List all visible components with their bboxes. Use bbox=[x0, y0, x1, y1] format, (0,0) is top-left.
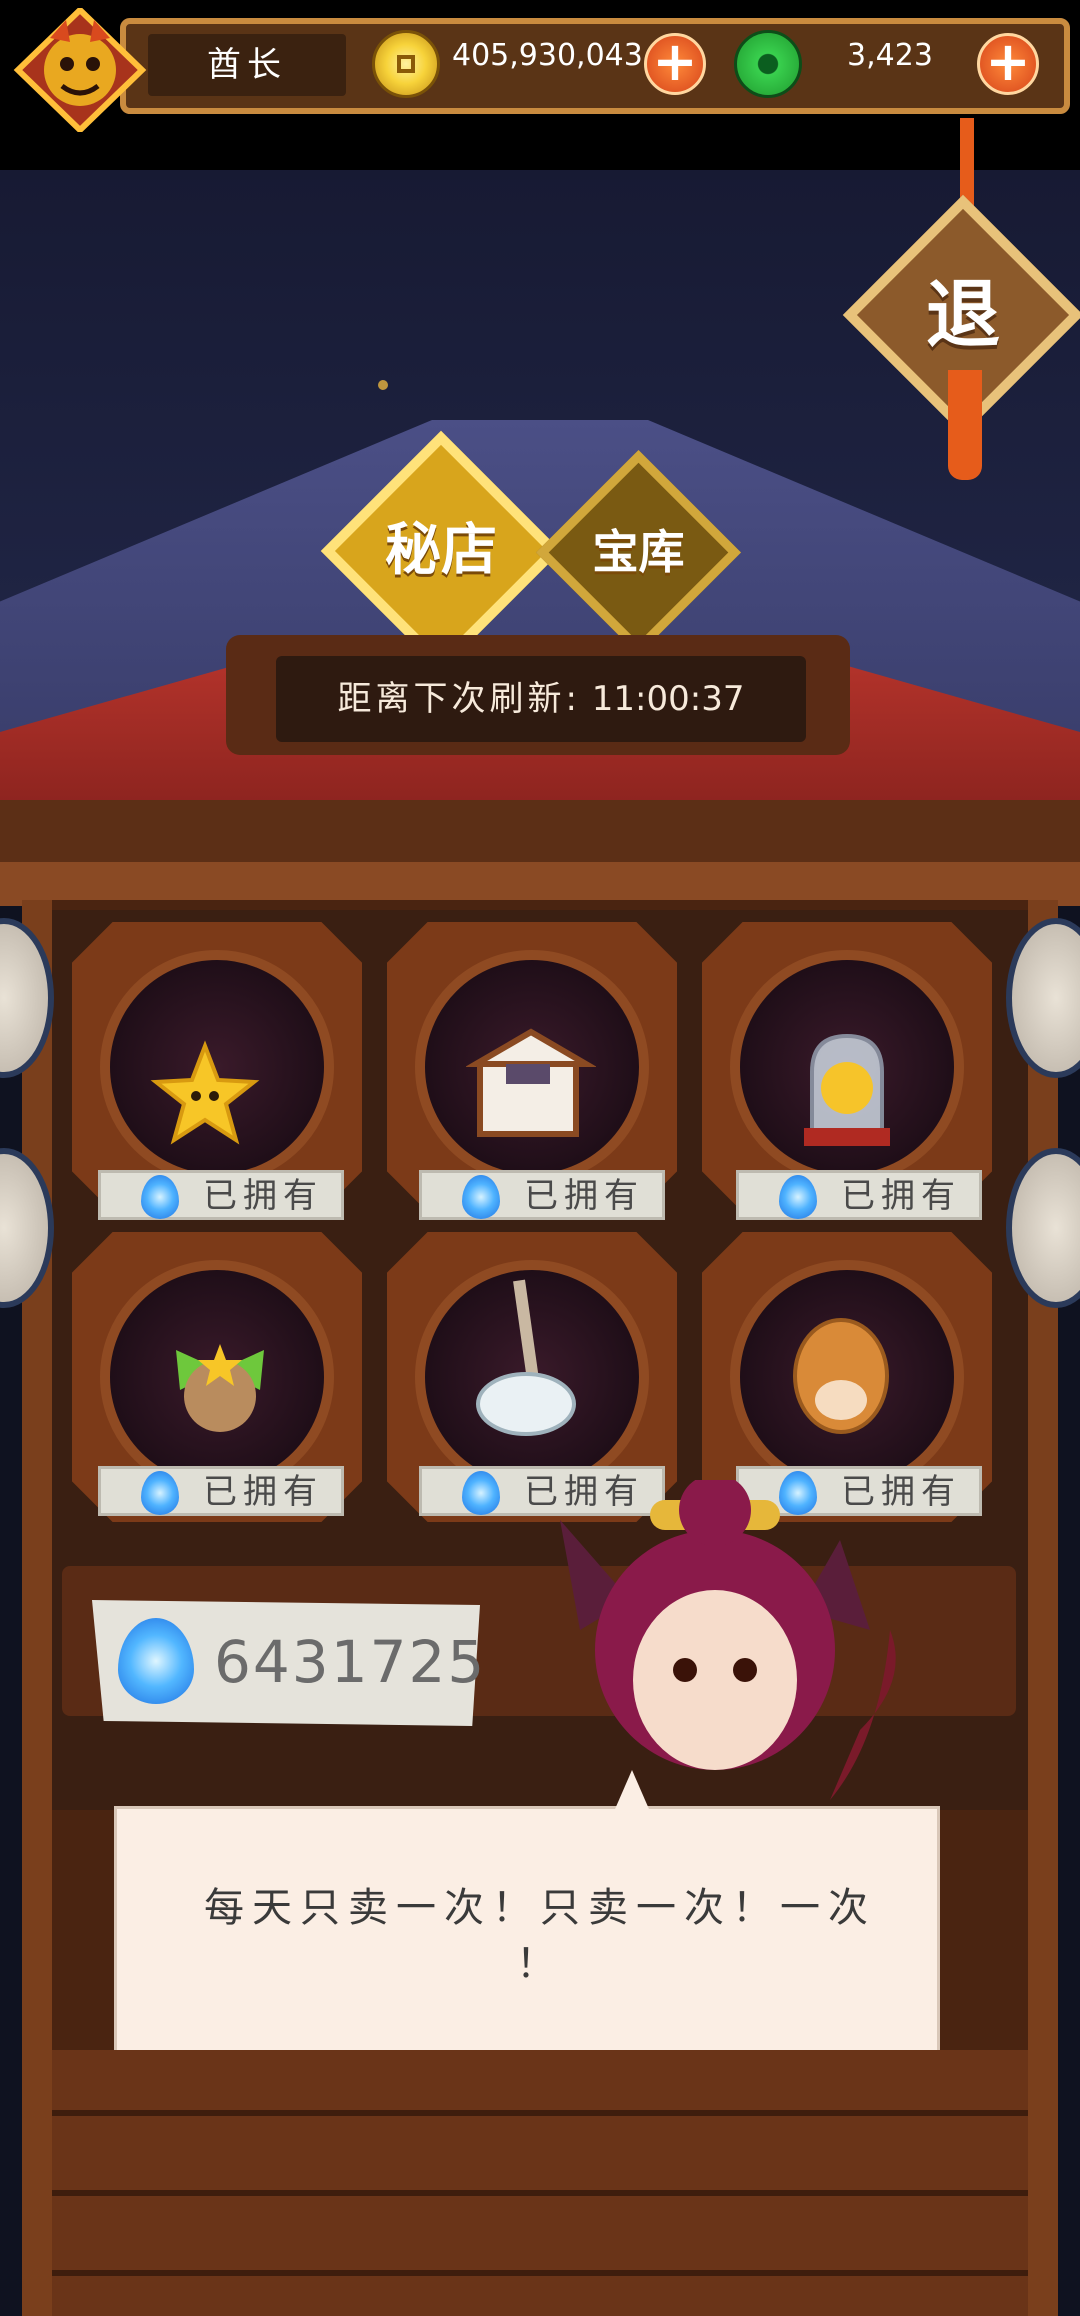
jade-icon bbox=[734, 30, 802, 98]
owned-label: 已拥有 bbox=[203, 1472, 323, 1512]
owned-badge: 已拥有 bbox=[98, 1170, 344, 1220]
yellow-cat-in-bell-jar-icon bbox=[804, 1033, 890, 1146]
exit-tassel bbox=[948, 370, 982, 480]
dialog-line-1: 每天只卖一次！只卖一次！一次 bbox=[204, 1885, 876, 1931]
dialog-text: 每天只卖一次！只卖一次！一次 ！ bbox=[160, 1880, 920, 1992]
refresh-timer: 距离下次刷新: 11:00:37 bbox=[276, 656, 806, 742]
blue-flame-icon bbox=[462, 1175, 500, 1219]
tab-treasury-label[interactable]: 宝库 bbox=[566, 480, 711, 625]
roof-eave bbox=[0, 800, 1080, 870]
coin-icon bbox=[372, 30, 440, 98]
right-post bbox=[1028, 900, 1058, 2316]
bread-creature-icon bbox=[793, 1318, 889, 1434]
porcelain-pot-icon bbox=[476, 1279, 576, 1436]
jade-amount: 3,423 bbox=[847, 38, 933, 73]
star-plush-icon bbox=[150, 1040, 260, 1145]
owned-label: 已拥有 bbox=[524, 1176, 644, 1216]
dialog-line-2: ！ bbox=[516, 1941, 564, 1987]
refresh-time: 11:00:37 bbox=[591, 679, 745, 719]
owned-badge: 已拥有 bbox=[98, 1466, 344, 1516]
blue-flame-icon bbox=[462, 1471, 500, 1515]
left-post bbox=[22, 900, 52, 2316]
sparkle bbox=[378, 380, 388, 390]
treasure-chest-icon bbox=[466, 1028, 596, 1137]
fox-girl-shopkeeper bbox=[560, 1480, 896, 1800]
floor-plank-seam bbox=[52, 2270, 1028, 2276]
floor-plank-seam bbox=[52, 2110, 1028, 2116]
tab-secret-shop-label[interactable]: 秘店 bbox=[356, 466, 526, 636]
player-name: 酋长 bbox=[148, 34, 346, 96]
sprout-creature-icon bbox=[176, 1344, 264, 1432]
blue-flame-icon bbox=[141, 1471, 179, 1515]
blue-flame-icon bbox=[141, 1175, 179, 1219]
blue-flame-icon bbox=[779, 1175, 817, 1219]
refresh-label: 距离下次刷新: bbox=[337, 679, 581, 719]
owned-label: 已拥有 bbox=[203, 1176, 323, 1216]
owned-badge: 已拥有 bbox=[419, 1170, 665, 1220]
owned-label: 已拥有 bbox=[841, 1176, 961, 1216]
owned-badge: 已拥有 bbox=[736, 1170, 982, 1220]
floor-plank-seam bbox=[52, 2190, 1028, 2196]
currency-amount: 6431725 bbox=[214, 1628, 487, 1696]
coin-amount: 405,930,043 bbox=[452, 38, 643, 73]
wooden-floor bbox=[52, 2050, 1028, 2316]
player-avatar[interactable] bbox=[10, 5, 150, 135]
add-coins-button[interactable]: + bbox=[644, 33, 706, 95]
add-jade-button[interactable]: + bbox=[977, 33, 1039, 95]
